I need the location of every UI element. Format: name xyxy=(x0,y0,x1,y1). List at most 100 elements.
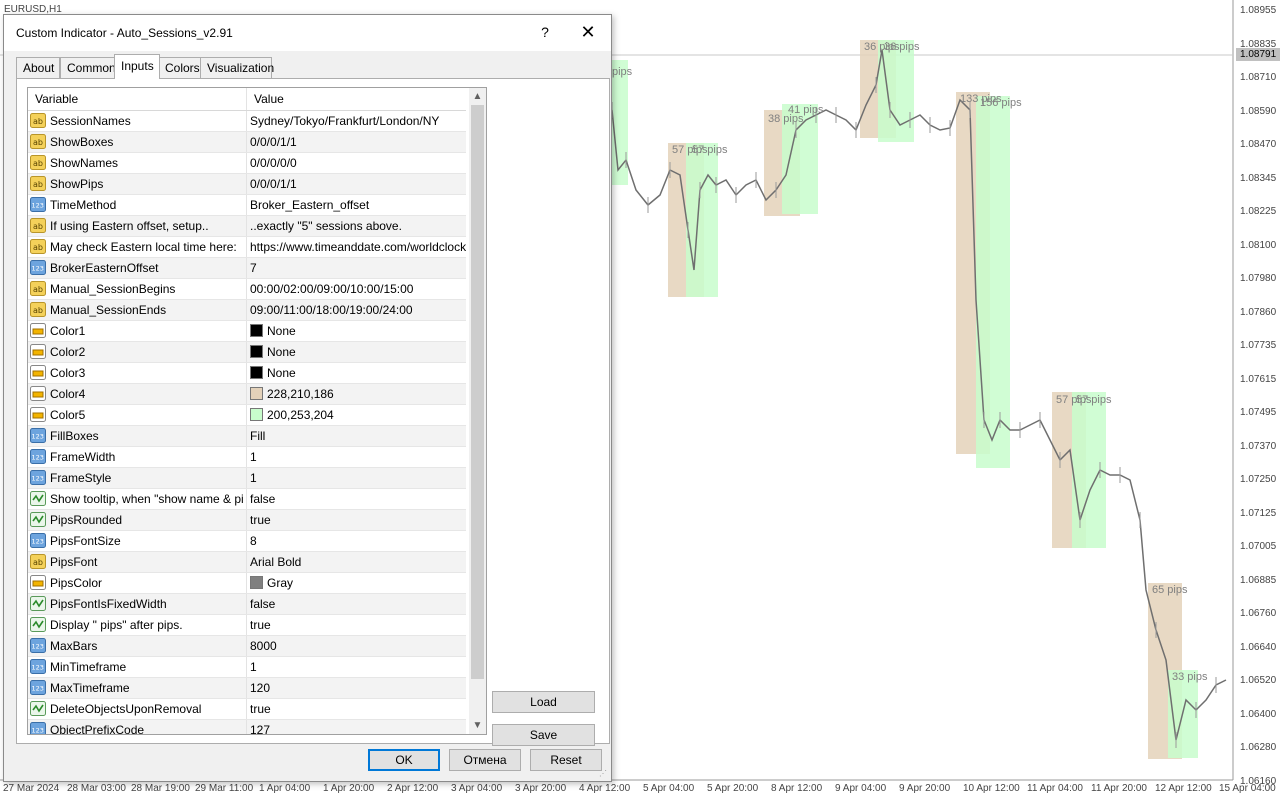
variable-cell[interactable]: 123 PipsFontSize xyxy=(28,531,247,551)
grid-row[interactable]: ab PipsFont Arial Bold xyxy=(28,552,466,573)
value-cell[interactable]: 0/0/0/0/0 xyxy=(248,153,466,173)
inputs-grid[interactable]: Variable Value ab SessionNames Sydney/Toky… xyxy=(27,87,487,735)
column-header-value[interactable]: Value xyxy=(247,88,284,110)
value-cell[interactable]: 127 xyxy=(248,720,466,734)
scroll-thumb[interactable] xyxy=(471,105,484,679)
variable-cell[interactable]: ab PipsFont xyxy=(28,552,247,572)
resize-grip-icon[interactable]: ⋰ xyxy=(599,769,609,779)
grid-scrollbar[interactable]: ▲ ▼ xyxy=(469,88,486,734)
value-cell[interactable]: Broker_Eastern_offset xyxy=(248,195,466,215)
grid-row[interactable]: 123 BrokerEasternOffset 7 xyxy=(28,258,466,279)
grid-row[interactable]: PipsFontIsFixedWidth false xyxy=(28,594,466,615)
grid-row[interactable]: ab Manual_SessionEnds 09:00/11:00/18:00/19… xyxy=(28,300,466,321)
value-cell[interactable]: 8 xyxy=(248,531,466,551)
grid-row[interactable]: Color3 None xyxy=(28,363,466,384)
variable-cell[interactable]: Color3 xyxy=(28,363,247,383)
close-icon[interactable]: ✕ xyxy=(574,19,602,45)
variable-cell[interactable]: 123 MinTimeframe xyxy=(28,657,247,677)
grid-row[interactable]: Color2 None xyxy=(28,342,466,363)
variable-cell[interactable]: ab ShowPips xyxy=(28,174,247,194)
variable-cell[interactable]: ab Manual_SessionEnds xyxy=(28,300,247,320)
variable-cell[interactable]: Color2 xyxy=(28,342,247,362)
variable-cell[interactable]: ab If using Eastern offset, setup.. xyxy=(28,216,247,236)
grid-row[interactable]: Color4 228,210,186 xyxy=(28,384,466,405)
grid-row[interactable]: 123 MinTimeframe 1 xyxy=(28,657,466,678)
value-cell[interactable]: 1 xyxy=(248,657,466,677)
scroll-up-arrow-icon[interactable]: ▲ xyxy=(469,88,486,105)
save-button[interactable]: Save xyxy=(492,724,595,746)
value-cell[interactable]: 0/0/0/1/1 xyxy=(248,174,466,194)
grid-row[interactable]: 123 FillBoxes Fill xyxy=(28,426,466,447)
tab-common[interactable]: Common xyxy=(60,57,116,78)
value-cell[interactable]: false xyxy=(248,594,466,614)
grid-row[interactable]: ab ShowBoxes 0/0/0/1/1 xyxy=(28,132,466,153)
value-cell[interactable]: 200,253,204 xyxy=(248,405,466,425)
variable-cell[interactable]: ab Manual_SessionBegins xyxy=(28,279,247,299)
value-cell[interactable]: 8000 xyxy=(248,636,466,656)
grid-row[interactable]: 123 FrameWidth 1 xyxy=(28,447,466,468)
value-cell[interactable]: true xyxy=(248,615,466,635)
grid-row[interactable]: ab ShowNames 0/0/0/0/0 xyxy=(28,153,466,174)
value-cell[interactable]: Arial Bold xyxy=(248,552,466,572)
value-cell[interactable]: Fill xyxy=(248,426,466,446)
value-cell[interactable]: false xyxy=(248,489,466,509)
tab-colors[interactable]: Colors xyxy=(158,57,202,78)
variable-cell[interactable]: 123 MaxBars xyxy=(28,636,247,656)
grid-row[interactable]: 123 MaxTimeframe 120 xyxy=(28,678,466,699)
value-cell[interactable]: 1 xyxy=(248,447,466,467)
variable-cell[interactable]: 123 ObjectPrefixCode xyxy=(28,720,247,734)
variable-cell[interactable]: 123 FrameStyle xyxy=(28,468,247,488)
value-cell[interactable]: true xyxy=(248,699,466,719)
tab-visualization[interactable]: Visualization xyxy=(200,57,274,78)
reset-button[interactable]: Reset xyxy=(530,749,602,771)
variable-cell[interactable]: Color5 xyxy=(28,405,247,425)
grid-row[interactable]: Show tooltip, when "show name & pips... f… xyxy=(28,489,466,510)
column-header-variable[interactable]: Variable xyxy=(28,88,78,110)
variable-cell[interactable]: Display " pips" after pips. xyxy=(28,615,247,635)
grid-row[interactable]: Display " pips" after pips. true xyxy=(28,615,466,636)
value-cell[interactable]: true xyxy=(248,510,466,530)
grid-row[interactable]: Color5 200,253,204 xyxy=(28,405,466,426)
variable-cell[interactable]: 123 BrokerEasternOffset xyxy=(28,258,247,278)
variable-cell[interactable]: ab May check Eastern local time here: xyxy=(28,237,247,257)
value-cell[interactable]: 09:00/11:00/18:00/19:00/24:00 xyxy=(248,300,466,320)
grid-row[interactable]: ab SessionNames Sydney/Tokyo/Frankfurt/Lon… xyxy=(28,111,466,132)
variable-cell[interactable]: DeleteObjectsUponRemoval xyxy=(28,699,247,719)
grid-row[interactable]: ab ShowPips 0/0/0/1/1 xyxy=(28,174,466,195)
help-button[interactable]: ? xyxy=(532,19,558,45)
dialog-title-bar[interactable]: Custom Indicator - Auto_Sessions_v2.91 ?… xyxy=(4,15,611,51)
grid-row[interactable]: DeleteObjectsUponRemoval true xyxy=(28,699,466,720)
value-cell[interactable]: 7 xyxy=(248,258,466,278)
grid-row[interactable]: 123 MaxBars 8000 xyxy=(28,636,466,657)
variable-cell[interactable]: Color4 xyxy=(28,384,247,404)
grid-row[interactable]: PipsRounded true xyxy=(28,510,466,531)
variable-cell[interactable]: ab ShowNames xyxy=(28,153,247,173)
variable-cell[interactable]: 123 MaxTimeframe xyxy=(28,678,247,698)
grid-row[interactable]: ab If using Eastern offset, setup.. ..exac… xyxy=(28,216,466,237)
grid-row[interactable]: PipsColor Gray xyxy=(28,573,466,594)
value-cell[interactable]: None xyxy=(248,321,466,341)
value-cell[interactable]: ..exactly "5" sessions above. xyxy=(248,216,466,236)
variable-cell[interactable]: 123 FrameWidth xyxy=(28,447,247,467)
value-cell[interactable]: https://www.timeanddate.com/worldclock..… xyxy=(248,237,466,257)
load-button[interactable]: Load xyxy=(492,691,595,713)
value-cell[interactable]: Sydney/Tokyo/Frankfurt/London/NY xyxy=(248,111,466,131)
value-cell[interactable]: None xyxy=(248,342,466,362)
variable-cell[interactable]: 123 FillBoxes xyxy=(28,426,247,446)
variable-cell[interactable]: PipsFontIsFixedWidth xyxy=(28,594,247,614)
variable-cell[interactable]: ab ShowBoxes xyxy=(28,132,247,152)
grid-row[interactable]: 123 PipsFontSize 8 xyxy=(28,531,466,552)
value-cell[interactable]: 0/0/0/1/1 xyxy=(248,132,466,152)
value-cell[interactable]: None xyxy=(248,363,466,383)
variable-cell[interactable]: Show tooltip, when "show name & pips... xyxy=(28,489,247,509)
variable-cell[interactable]: PipsRounded xyxy=(28,510,247,530)
tab-inputs[interactable]: Inputs xyxy=(114,54,160,79)
value-cell[interactable]: 00:00/02:00/09:00/10:00/15:00 xyxy=(248,279,466,299)
variable-cell[interactable]: ab SessionNames xyxy=(28,111,247,131)
grid-row[interactable]: ab May check Eastern local time here: http… xyxy=(28,237,466,258)
value-cell[interactable]: 120 xyxy=(248,678,466,698)
scroll-down-arrow-icon[interactable]: ▼ xyxy=(469,717,486,734)
variable-cell[interactable]: 123 TimeMethod xyxy=(28,195,247,215)
cancel-button[interactable]: Отмена xyxy=(449,749,521,771)
value-cell[interactable]: 228,210,186 xyxy=(248,384,466,404)
